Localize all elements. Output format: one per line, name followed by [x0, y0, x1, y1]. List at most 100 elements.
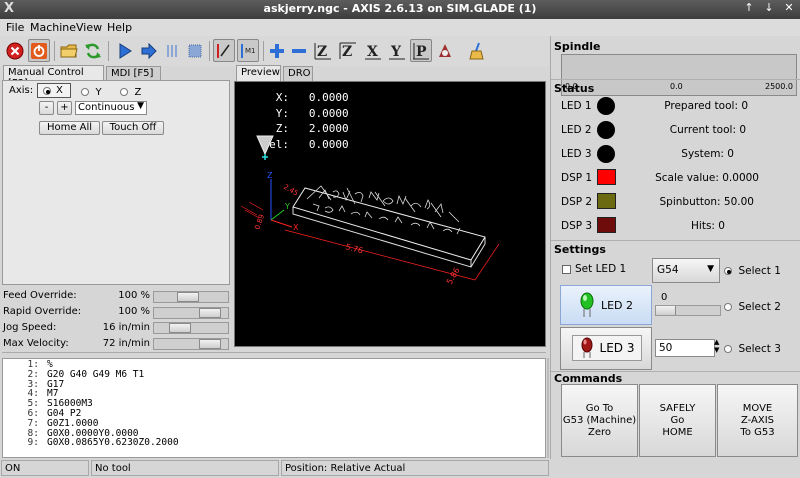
menu-view[interactable]: View	[76, 21, 102, 34]
zoom-in-icon[interactable]	[266, 39, 288, 62]
slider-handle[interactable]	[656, 306, 676, 315]
machine-state: ON	[1, 460, 89, 476]
zoom-out-icon[interactable]	[288, 39, 310, 62]
gcode-line[interactable]: 9: G0X0.0865Y0.6230Z0.2000	[3, 438, 545, 448]
axis-y-radio[interactable]: Y	[81, 85, 102, 98]
stop-icon[interactable]	[184, 39, 206, 62]
open-file-icon[interactable]	[58, 39, 80, 62]
set-led1-checkbox[interactable]	[562, 265, 571, 274]
svg-text:Y: Y	[390, 44, 402, 60]
spin-arrows-icon[interactable]: ▲ ▼	[714, 338, 719, 354]
select3-radio[interactable]: Select 3	[724, 342, 781, 355]
hscale-slider[interactable]	[655, 305, 721, 316]
radio-icon	[724, 345, 732, 353]
estop-icon[interactable]	[4, 39, 26, 62]
minimize-icon[interactable]: ↓	[761, 1, 777, 17]
hits: Hits: 0	[691, 220, 725, 232]
cmd-line: To G53	[740, 426, 775, 438]
dsp1-label: DSP 1	[561, 172, 593, 184]
workpiece-outline	[292, 187, 486, 261]
rotate-icon[interactable]	[434, 39, 456, 62]
jog-mode-select[interactable]: Continuous ▼	[75, 101, 147, 115]
svg-text:X: X	[367, 44, 378, 60]
rapid-override-slider[interactable]	[153, 307, 229, 319]
cmd-line: G53 (Machine)	[562, 414, 637, 426]
power-icon[interactable]	[28, 39, 50, 62]
max-velocity-label: Max Velocity:	[3, 338, 69, 349]
spindle-max: 2500.0	[765, 82, 793, 91]
spin-input[interactable]: 50	[655, 339, 715, 357]
select2-radio[interactable]: Select 2	[724, 300, 781, 313]
tab-dro[interactable]: DRO	[283, 66, 313, 82]
window-title: askjerry.ngc - AXIS 2.6.13 on SIM.GLADE …	[263, 2, 537, 15]
jog-speed-slider[interactable]	[153, 322, 229, 334]
coord-system-value: G54	[657, 264, 679, 276]
feed-override-slider[interactable]	[153, 291, 229, 303]
jog-minus-button[interactable]: -	[39, 101, 54, 115]
gcode-line[interactable]: 2: G20 G40 G49 M6 T1	[3, 369, 545, 380]
block-delete-icon[interactable]	[213, 39, 235, 62]
safely-go-home-button[interactable]: SAFELY Go HOME	[639, 384, 716, 457]
view-z2-icon[interactable]: Z	[337, 39, 359, 62]
rapid-override-value: 100 %	[118, 306, 150, 317]
pane-sash[interactable]	[2, 352, 546, 357]
y-dimension-line	[474, 243, 500, 281]
clear-plot-icon[interactable]	[466, 39, 488, 62]
slider-handle[interactable]	[169, 323, 191, 333]
home-all-button[interactable]: Home All	[39, 121, 100, 135]
select2-label: Select 2	[738, 301, 781, 313]
select1-radio[interactable]: Select 1	[724, 264, 781, 277]
reload-icon[interactable]	[82, 39, 104, 62]
view-y-icon[interactable]: Y	[386, 39, 408, 62]
menu-machine[interactable]: Machine	[30, 21, 76, 34]
tool-origin-icon	[262, 154, 268, 160]
manual-control-panel: Axis: X Y Z - + Continuous ▼ Home All To…	[2, 80, 230, 285]
workpiece-edge	[292, 207, 472, 268]
feed-override-label: Feed Override:	[3, 290, 77, 301]
toolpath-plot: Z Y X 5.76 5.86 2.45 0.89	[240, 135, 500, 286]
view-x-icon[interactable]: X	[362, 39, 384, 62]
close-icon[interactable]: ✕	[781, 1, 797, 17]
cmd-line: Go To	[585, 402, 614, 414]
cmd-line: MOVE	[742, 402, 773, 414]
move-z-axis-button[interactable]: MOVE Z-AXIS To G53	[717, 384, 798, 457]
select3-label: Select 3	[738, 343, 781, 355]
led3-toggle-button[interactable]: LED 3	[560, 327, 652, 370]
gladevcp-panel: Spindle 0.0 0.0 2500.0 Status LED 1 LED …	[550, 36, 800, 459]
coord-system-select[interactable]: G54 ▼	[652, 258, 720, 283]
x-axis-line	[270, 219, 293, 228]
axis-label: Axis:	[9, 85, 34, 96]
led2-toggle-button[interactable]: LED 2	[560, 285, 652, 325]
slider-handle[interactable]	[199, 308, 221, 318]
toolbar: M1 Z Z X Y P	[0, 36, 549, 66]
menu-file[interactable]: File	[6, 21, 24, 34]
step-icon[interactable]	[138, 39, 160, 62]
maximize-icon[interactable]: ↑	[741, 1, 757, 17]
tab-preview[interactable]: Preview	[236, 65, 281, 82]
tool-status: No tool	[91, 460, 279, 476]
preview-canvas[interactable]: X: 0.0000 Y: 0.0000 Z: 2.0000 Vel: 0.000…	[234, 81, 546, 347]
touch-off-button[interactable]: Touch Off	[102, 121, 164, 135]
gcode-line[interactable]: 3: G17	[3, 379, 545, 390]
slider-handle[interactable]	[199, 339, 221, 349]
optional-stop-icon[interactable]: M1	[237, 39, 259, 62]
gcode-listing[interactable]: 1:% 2: G20 G40 G49 M6 T1 3: G17 4: M7 5: S16000M…	[2, 358, 546, 458]
view-p-icon[interactable]: P	[410, 39, 432, 62]
radio-icon	[724, 303, 732, 311]
gcode-line[interactable]: 5: S16000M3	[3, 399, 545, 409]
gcode-scrollbar[interactable]	[547, 358, 549, 458]
gcode-line-number: 9:	[27, 437, 39, 449]
view-z-icon[interactable]: Z	[312, 39, 334, 62]
axis-x-radio[interactable]: X	[37, 83, 71, 98]
jog-plus-button[interactable]: +	[57, 101, 72, 115]
dsp2-label: DSP 2	[561, 196, 593, 208]
slider-handle[interactable]	[177, 292, 199, 302]
pause-icon[interactable]	[162, 39, 184, 62]
max-velocity-slider[interactable]	[153, 338, 229, 350]
axis-z-radio[interactable]: Z	[120, 85, 141, 98]
menu-help[interactable]: Help	[107, 21, 132, 34]
goto-g53-zero-button[interactable]: Go To G53 (Machine) Zero	[561, 384, 638, 457]
run-icon[interactable]	[114, 39, 136, 62]
led3-indicator	[597, 145, 615, 163]
dsp2-indicator	[597, 193, 616, 209]
